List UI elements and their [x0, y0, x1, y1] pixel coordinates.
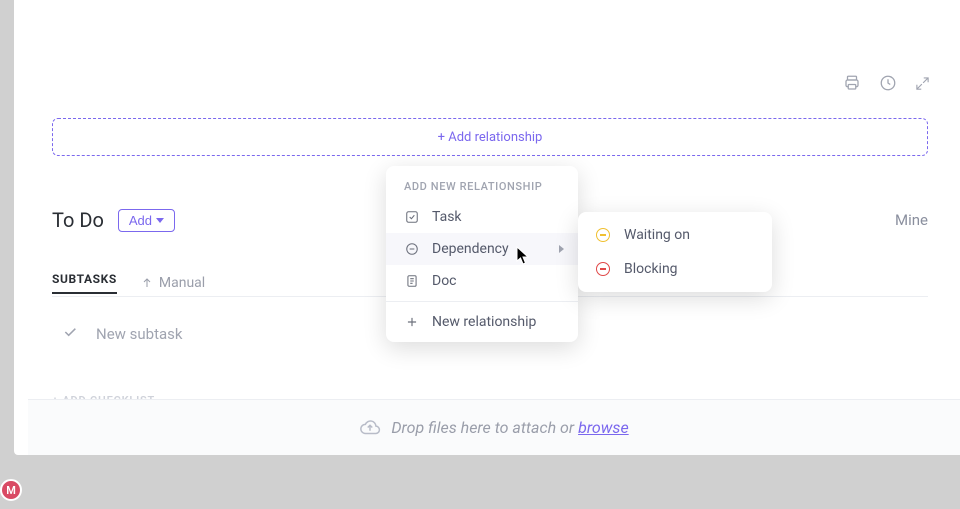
new-subtask-placeholder: New subtask: [96, 325, 183, 343]
sort-label: Manual: [159, 275, 205, 291]
divider: [386, 301, 578, 302]
dropzone-container: Drop files here to attach or browse: [391, 418, 628, 437]
expand-icon[interactable]: [915, 76, 930, 91]
dependency-submenu: Waiting on Blocking: [578, 212, 772, 292]
mine-filter[interactable]: Mine: [895, 211, 928, 229]
browse-link[interactable]: browse: [578, 418, 629, 437]
submenu-blocking[interactable]: Blocking: [578, 252, 772, 286]
dropdown-item-label: New relationship: [432, 314, 536, 330]
chevron-right-icon: [559, 245, 564, 253]
dropdown-item-dependency[interactable]: Dependency: [386, 233, 578, 265]
avatar-initial: M: [6, 484, 16, 497]
dropdown-item-doc[interactable]: Doc: [386, 265, 578, 297]
add-relationship-bar[interactable]: + Add relationship: [52, 118, 928, 156]
submenu-label: Waiting on: [624, 227, 690, 243]
chevron-down-icon: [156, 218, 164, 223]
top-toolbar: [843, 74, 930, 92]
dropdown-item-label: Doc: [432, 273, 457, 289]
dropdown-item-label: Dependency: [432, 241, 509, 257]
dropzone-text: Drop files here to attach or: [391, 418, 578, 437]
history-icon[interactable]: [879, 74, 897, 92]
add-button-label: Add: [129, 213, 152, 228]
add-relationship-label: + Add relationship: [438, 130, 543, 145]
check-icon: [62, 324, 78, 344]
submenu-label: Blocking: [624, 261, 678, 277]
status-title: To Do: [52, 208, 104, 232]
new-subtask-row[interactable]: New subtask: [62, 324, 183, 344]
dropzone[interactable]: Drop files here to attach or browse: [28, 399, 960, 455]
subtasks-tab[interactable]: SUBTASKS: [52, 272, 117, 294]
sort-arrow-icon: [141, 277, 153, 289]
subtasks-header: SUBTASKS Manual: [52, 272, 205, 294]
print-icon[interactable]: [843, 74, 861, 92]
cloud-upload-icon: [359, 417, 381, 439]
doc-icon: [404, 274, 420, 288]
sort-manual[interactable]: Manual: [141, 275, 205, 291]
waiting-on-icon: [596, 228, 610, 242]
dropdown-header: ADD NEW RELATIONSHIP: [386, 166, 578, 201]
blocking-icon: [596, 262, 610, 276]
dropdown-item-task[interactable]: Task: [386, 201, 578, 233]
submenu-waiting-on[interactable]: Waiting on: [578, 218, 772, 252]
dropdown-item-label: Task: [432, 209, 462, 225]
dropdown-item-new[interactable]: New relationship: [386, 306, 578, 338]
relationship-dropdown: ADD NEW RELATIONSHIP Task Dependency Doc…: [386, 166, 578, 342]
add-button[interactable]: Add: [118, 209, 175, 232]
user-avatar[interactable]: M: [0, 479, 22, 501]
task-icon: [404, 210, 420, 224]
dependency-icon: [404, 242, 420, 256]
plus-icon: [404, 315, 420, 329]
